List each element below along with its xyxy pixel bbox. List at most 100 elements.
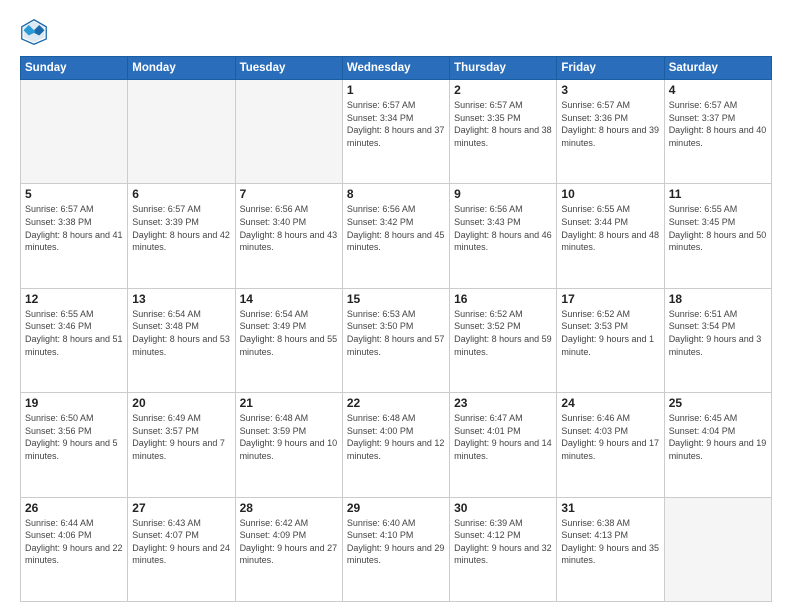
- weekday-header-wednesday: Wednesday: [342, 57, 449, 80]
- calendar-cell: 13 Sunrise: 6:54 AM Sunset: 3:48 PM Dayli…: [128, 288, 235, 392]
- day-info: Sunrise: 6:39 AM Sunset: 4:12 PM Dayligh…: [454, 517, 552, 567]
- day-number: 10: [561, 187, 659, 201]
- day-number: 9: [454, 187, 552, 201]
- calendar-cell: 17 Sunrise: 6:52 AM Sunset: 3:53 PM Dayli…: [557, 288, 664, 392]
- day-number: 7: [240, 187, 338, 201]
- day-info: Sunrise: 6:49 AM Sunset: 3:57 PM Dayligh…: [132, 412, 230, 462]
- week-row-4: 19 Sunrise: 6:50 AM Sunset: 3:56 PM Dayli…: [21, 393, 772, 497]
- day-info: Sunrise: 6:52 AM Sunset: 3:53 PM Dayligh…: [561, 308, 659, 358]
- day-number: 25: [669, 396, 767, 410]
- day-number: 21: [240, 396, 338, 410]
- day-number: 29: [347, 501, 445, 515]
- calendar-cell: 9 Sunrise: 6:56 AM Sunset: 3:43 PM Daylig…: [450, 184, 557, 288]
- calendar-cell: 31 Sunrise: 6:38 AM Sunset: 4:13 PM Dayli…: [557, 497, 664, 601]
- weekday-header-sunday: Sunday: [21, 57, 128, 80]
- calendar-cell: 3 Sunrise: 6:57 AM Sunset: 3:36 PM Daylig…: [557, 80, 664, 184]
- day-info: Sunrise: 6:45 AM Sunset: 4:04 PM Dayligh…: [669, 412, 767, 462]
- calendar-table: SundayMondayTuesdayWednesdayThursdayFrid…: [20, 56, 772, 602]
- calendar-cell: 20 Sunrise: 6:49 AM Sunset: 3:57 PM Dayli…: [128, 393, 235, 497]
- day-number: 22: [347, 396, 445, 410]
- calendar-cell: 28 Sunrise: 6:42 AM Sunset: 4:09 PM Dayli…: [235, 497, 342, 601]
- day-number: 14: [240, 292, 338, 306]
- day-info: Sunrise: 6:55 AM Sunset: 3:45 PM Dayligh…: [669, 203, 767, 253]
- day-number: 3: [561, 83, 659, 97]
- day-info: Sunrise: 6:46 AM Sunset: 4:03 PM Dayligh…: [561, 412, 659, 462]
- day-info: Sunrise: 6:53 AM Sunset: 3:50 PM Dayligh…: [347, 308, 445, 358]
- day-number: 26: [25, 501, 123, 515]
- day-info: Sunrise: 6:56 AM Sunset: 3:43 PM Dayligh…: [454, 203, 552, 253]
- day-info: Sunrise: 6:44 AM Sunset: 4:06 PM Dayligh…: [25, 517, 123, 567]
- day-number: 23: [454, 396, 552, 410]
- calendar-cell: 18Sunrise: 6:51 AM Sunset: 3:54 PM Dayli…: [664, 288, 771, 392]
- day-info: Sunrise: 6:40 AM Sunset: 4:10 PM Dayligh…: [347, 517, 445, 567]
- day-number: 11: [669, 187, 767, 201]
- day-number: 4: [669, 83, 767, 97]
- day-info: Sunrise: 6:57 AM Sunset: 3:36 PM Dayligh…: [561, 99, 659, 149]
- day-number: 17: [561, 292, 659, 306]
- calendar-cell: 7Sunrise: 6:56 AM Sunset: 3:40 PM Daylig…: [235, 184, 342, 288]
- day-number: 6: [132, 187, 230, 201]
- day-number: 31: [561, 501, 659, 515]
- day-info: Sunrise: 6:54 AM Sunset: 3:48 PM Dayligh…: [132, 308, 230, 358]
- page: SundayMondayTuesdayWednesdayThursdayFrid…: [0, 0, 792, 612]
- day-info: Sunrise: 6:52 AM Sunset: 3:52 PM Dayligh…: [454, 308, 552, 358]
- logo: [20, 18, 52, 46]
- day-number: 8: [347, 187, 445, 201]
- day-number: 13: [132, 292, 230, 306]
- weekday-header-saturday: Saturday: [664, 57, 771, 80]
- calendar-cell: 1Sunrise: 6:57 AM Sunset: 3:34 PM Daylig…: [342, 80, 449, 184]
- calendar-cell: 6 Sunrise: 6:57 AM Sunset: 3:39 PM Daylig…: [128, 184, 235, 288]
- day-info: Sunrise: 6:57 AM Sunset: 3:38 PM Dayligh…: [25, 203, 123, 253]
- day-info: Sunrise: 6:38 AM Sunset: 4:13 PM Dayligh…: [561, 517, 659, 567]
- day-info: Sunrise: 6:42 AM Sunset: 4:09 PM Dayligh…: [240, 517, 338, 567]
- day-info: Sunrise: 6:57 AM Sunset: 3:37 PM Dayligh…: [669, 99, 767, 149]
- day-info: Sunrise: 6:48 AM Sunset: 4:00 PM Dayligh…: [347, 412, 445, 462]
- calendar-cell: 26 Sunrise: 6:44 AM Sunset: 4:06 PM Dayli…: [21, 497, 128, 601]
- day-info: Sunrise: 6:56 AM Sunset: 3:42 PM Dayligh…: [347, 203, 445, 253]
- calendar-cell: 24 Sunrise: 6:46 AM Sunset: 4:03 PM Dayli…: [557, 393, 664, 497]
- logo-icon: [20, 18, 48, 46]
- week-row-3: 12 Sunrise: 6:55 AM Sunset: 3:46 PM Dayli…: [21, 288, 772, 392]
- calendar-cell: 11 Sunrise: 6:55 AM Sunset: 3:45 PM Dayli…: [664, 184, 771, 288]
- day-info: Sunrise: 6:47 AM Sunset: 4:01 PM Dayligh…: [454, 412, 552, 462]
- weekday-header-tuesday: Tuesday: [235, 57, 342, 80]
- day-info: Sunrise: 6:57 AM Sunset: 3:39 PM Dayligh…: [132, 203, 230, 253]
- day-number: 12: [25, 292, 123, 306]
- day-info: Sunrise: 6:54 AM Sunset: 3:49 PM Dayligh…: [240, 308, 338, 358]
- header: [20, 18, 772, 46]
- day-info: Sunrise: 6:55 AM Sunset: 3:46 PM Dayligh…: [25, 308, 123, 358]
- calendar-cell: 23 Sunrise: 6:47 AM Sunset: 4:01 PM Dayli…: [450, 393, 557, 497]
- calendar-cell: 5Sunrise: 6:57 AM Sunset: 3:38 PM Daylig…: [21, 184, 128, 288]
- calendar-cell: 22 Sunrise: 6:48 AM Sunset: 4:00 PM Dayli…: [342, 393, 449, 497]
- calendar-cell: 14 Sunrise: 6:54 AM Sunset: 3:49 PM Dayli…: [235, 288, 342, 392]
- week-row-5: 26 Sunrise: 6:44 AM Sunset: 4:06 PM Dayli…: [21, 497, 772, 601]
- calendar-cell: 12 Sunrise: 6:55 AM Sunset: 3:46 PM Dayli…: [21, 288, 128, 392]
- day-number: 1: [347, 83, 445, 97]
- day-number: 20: [132, 396, 230, 410]
- day-number: 24: [561, 396, 659, 410]
- calendar-cell: [235, 80, 342, 184]
- day-number: 19: [25, 396, 123, 410]
- day-info: Sunrise: 6:48 AM Sunset: 3:59 PM Dayligh…: [240, 412, 338, 462]
- calendar-cell: 21 Sunrise: 6:48 AM Sunset: 3:59 PM Dayli…: [235, 393, 342, 497]
- day-number: 27: [132, 501, 230, 515]
- day-info: Sunrise: 6:55 AM Sunset: 3:44 PM Dayligh…: [561, 203, 659, 253]
- day-number: 15: [347, 292, 445, 306]
- day-number: 2: [454, 83, 552, 97]
- weekday-header-friday: Friday: [557, 57, 664, 80]
- calendar-cell: 25 Sunrise: 6:45 AM Sunset: 4:04 PM Dayli…: [664, 393, 771, 497]
- calendar-cell: 10 Sunrise: 6:55 AM Sunset: 3:44 PM Dayli…: [557, 184, 664, 288]
- day-info: Sunrise: 6:51 AM Sunset: 3:54 PM Dayligh…: [669, 308, 767, 358]
- calendar-cell: [128, 80, 235, 184]
- week-row-2: 5Sunrise: 6:57 AM Sunset: 3:38 PM Daylig…: [21, 184, 772, 288]
- day-info: Sunrise: 6:50 AM Sunset: 3:56 PM Dayligh…: [25, 412, 123, 462]
- calendar-cell: 29 Sunrise: 6:40 AM Sunset: 4:10 PM Dayli…: [342, 497, 449, 601]
- day-number: 30: [454, 501, 552, 515]
- day-number: 28: [240, 501, 338, 515]
- weekday-header-row: SundayMondayTuesdayWednesdayThursdayFrid…: [21, 57, 772, 80]
- calendar-cell: 16Sunrise: 6:52 AM Sunset: 3:52 PM Dayli…: [450, 288, 557, 392]
- calendar-cell: 4 Sunrise: 6:57 AM Sunset: 3:37 PM Daylig…: [664, 80, 771, 184]
- calendar-cell: 15 Sunrise: 6:53 AM Sunset: 3:50 PM Dayli…: [342, 288, 449, 392]
- calendar-cell: 8 Sunrise: 6:56 AM Sunset: 3:42 PM Daylig…: [342, 184, 449, 288]
- day-info: Sunrise: 6:57 AM Sunset: 3:35 PM Dayligh…: [454, 99, 552, 149]
